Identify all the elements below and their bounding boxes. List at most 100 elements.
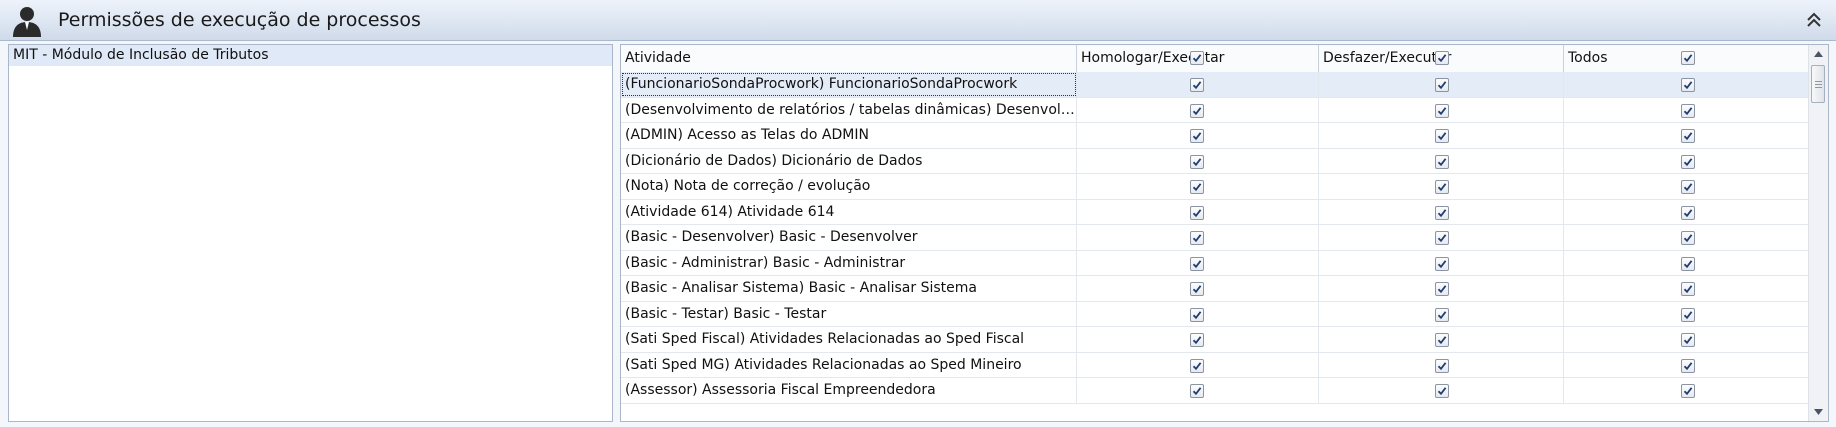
checkmark-icon bbox=[1683, 106, 1693, 115]
checkbox-cell-todos bbox=[1564, 276, 1810, 301]
activity-name-cell[interactable]: (Atividade 614) Atividade 614 bbox=[621, 199, 1077, 224]
checkbox-desfazer[interactable] bbox=[1435, 154, 1449, 169]
checkbox-desfazer[interactable] bbox=[1435, 129, 1449, 143]
checkbox-desfazer[interactable] bbox=[1435, 231, 1449, 245]
checkbox-todos[interactable] bbox=[1681, 154, 1695, 169]
checkbox-homologar[interactable] bbox=[1190, 282, 1204, 296]
checkbox-homologar[interactable] bbox=[1190, 205, 1204, 220]
checkbox-todos[interactable] bbox=[1681, 231, 1695, 245]
table-row[interactable]: (Nota) Nota de correção / evolução bbox=[621, 174, 1810, 200]
checkbox-homologar[interactable] bbox=[1190, 333, 1204, 347]
table-row[interactable]: (Assessor) Assessoria Fiscal Empreendedo… bbox=[621, 378, 1810, 404]
checkbox-homologar[interactable] bbox=[1190, 231, 1204, 245]
checkbox-cell-desfazer bbox=[1319, 301, 1564, 326]
activity-name-cell[interactable]: (FuncionarioSondaProcwork) FuncionarioSo… bbox=[621, 72, 1077, 97]
table-row[interactable]: (Basic - Administrar) Basic - Administra… bbox=[621, 250, 1810, 276]
checkbox-todos[interactable] bbox=[1681, 205, 1695, 220]
header-checkbox-homologar[interactable] bbox=[1190, 51, 1204, 65]
collapse-button[interactable] bbox=[1802, 8, 1826, 32]
checkbox-desfazer[interactable] bbox=[1435, 256, 1449, 271]
activity-name-cell[interactable]: (Basic - Analisar Sistema) Basic - Anali… bbox=[621, 276, 1077, 301]
checkbox-homologar[interactable] bbox=[1190, 103, 1204, 118]
checkbox-cell-homologar bbox=[1077, 378, 1319, 403]
activity-name-cell[interactable]: (Basic - Desenvolver) Basic - Desenvolve… bbox=[621, 225, 1077, 250]
checkbox-homologar[interactable] bbox=[1190, 129, 1204, 143]
checkbox-todos[interactable] bbox=[1681, 256, 1695, 271]
checkbox-cell-desfazer bbox=[1319, 250, 1564, 275]
checkbox-cell-desfazer bbox=[1319, 327, 1564, 352]
grid-rows: (FuncionarioSondaProcwork) FuncionarioSo… bbox=[621, 72, 1810, 404]
checkbox-homologar[interactable] bbox=[1190, 256, 1204, 271]
activity-name-cell[interactable]: (Nota) Nota de correção / evolução bbox=[621, 174, 1077, 199]
checkbox-todos[interactable] bbox=[1681, 307, 1695, 322]
scroll-thumb[interactable] bbox=[1811, 65, 1825, 103]
scroll-down-button[interactable] bbox=[1809, 403, 1828, 421]
checkbox-homologar[interactable] bbox=[1190, 78, 1204, 92]
checkbox-desfazer[interactable] bbox=[1435, 205, 1449, 220]
checkbox-todos[interactable] bbox=[1681, 180, 1695, 194]
checkmark-icon bbox=[1192, 259, 1202, 268]
column-header-atividade[interactable]: Atividade bbox=[621, 45, 1077, 72]
checkbox-homologar[interactable] bbox=[1190, 180, 1204, 194]
checkbox-todos[interactable] bbox=[1681, 358, 1695, 373]
checkbox-cell-todos bbox=[1564, 199, 1810, 224]
checkbox-homologar[interactable] bbox=[1190, 358, 1204, 373]
table-row[interactable]: (Basic - Analisar Sistema) Basic - Anali… bbox=[621, 276, 1810, 302]
checkbox-todos[interactable] bbox=[1681, 384, 1695, 398]
activity-name-cell[interactable]: (Sati Sped MG) Atividades Relacionadas a… bbox=[621, 352, 1077, 377]
table-row[interactable]: (FuncionarioSondaProcwork) FuncionarioSo… bbox=[621, 72, 1810, 98]
header-checkbox-desfazer[interactable] bbox=[1435, 51, 1449, 65]
checkmark-icon bbox=[1192, 183, 1202, 192]
table-row[interactable]: (Atividade 614) Atividade 614 bbox=[621, 199, 1810, 225]
checkmark-icon bbox=[1192, 285, 1202, 294]
checkmark-icon bbox=[1192, 387, 1202, 396]
checkmark-icon bbox=[1683, 361, 1693, 370]
table-row[interactable]: (ADMIN) Acesso as Telas do ADMIN bbox=[621, 123, 1810, 149]
checkbox-desfazer[interactable] bbox=[1435, 358, 1449, 373]
column-header-desfazer[interactable]: Desfazer/Executar bbox=[1319, 45, 1564, 72]
module-item-mit[interactable]: MIT - Módulo de Inclusão de Tributos bbox=[9, 45, 612, 66]
activity-name-cell[interactable]: (Dicionário de Dados) Dicionário de Dado… bbox=[621, 148, 1077, 173]
checkbox-desfazer[interactable] bbox=[1435, 307, 1449, 322]
activity-name-cell[interactable]: (Basic - Administrar) Basic - Administra… bbox=[621, 250, 1077, 275]
checkbox-desfazer[interactable] bbox=[1435, 180, 1449, 194]
checkbox-cell-todos bbox=[1564, 250, 1810, 275]
checkbox-homologar[interactable] bbox=[1190, 307, 1204, 322]
checkbox-todos[interactable] bbox=[1681, 78, 1695, 92]
scroll-up-button[interactable] bbox=[1809, 45, 1828, 63]
checkmark-icon bbox=[1437, 387, 1447, 396]
header-checkbox-todos[interactable] bbox=[1681, 51, 1695, 65]
table-row[interactable]: (Sati Sped MG) Atividades Relacionadas a… bbox=[621, 352, 1810, 378]
table-row[interactable]: (Basic - Desenvolver) Basic - Desenvolve… bbox=[621, 225, 1810, 251]
table-row[interactable]: (Sati Sped Fiscal) Atividades Relacionad… bbox=[621, 327, 1810, 353]
activity-name-cell[interactable]: (ADMIN) Acesso as Telas do ADMIN bbox=[621, 123, 1077, 148]
checkbox-desfazer[interactable] bbox=[1435, 384, 1449, 398]
checkbox-homologar[interactable] bbox=[1190, 384, 1204, 398]
checkbox-cell-desfazer bbox=[1319, 72, 1564, 97]
table-row[interactable]: (Desenvolvimento de relatórios / tabelas… bbox=[621, 97, 1810, 123]
checkbox-todos[interactable] bbox=[1681, 103, 1695, 118]
checkbox-cell-todos bbox=[1564, 97, 1810, 122]
checkbox-cell-desfazer bbox=[1319, 276, 1564, 301]
checkbox-homologar[interactable] bbox=[1190, 154, 1204, 169]
checkmark-icon bbox=[1683, 387, 1693, 396]
checkbox-desfazer[interactable] bbox=[1435, 333, 1449, 347]
checkbox-todos[interactable] bbox=[1681, 129, 1695, 143]
table-row[interactable]: (Dicionário de Dados) Dicionário de Dado… bbox=[621, 148, 1810, 174]
checkbox-todos[interactable] bbox=[1681, 333, 1695, 347]
activity-name-cell[interactable]: (Basic - Testar) Basic - Testar bbox=[621, 301, 1077, 326]
column-header-homologar[interactable]: Homologar/Executar bbox=[1077, 45, 1319, 72]
checkbox-desfazer[interactable] bbox=[1435, 103, 1449, 118]
vertical-scrollbar[interactable] bbox=[1808, 45, 1828, 421]
checkbox-todos[interactable] bbox=[1681, 282, 1695, 296]
activity-name-cell[interactable]: (Assessor) Assessoria Fiscal Empreendedo… bbox=[621, 378, 1077, 403]
checkmark-icon bbox=[1437, 54, 1447, 63]
checkbox-desfazer[interactable] bbox=[1435, 282, 1449, 296]
column-header-todos[interactable]: Todos bbox=[1564, 45, 1810, 72]
checkmark-icon bbox=[1437, 234, 1447, 243]
activity-name-cell[interactable]: (Desenvolvimento de relatórios / tabelas… bbox=[621, 97, 1077, 122]
table-row[interactable]: (Basic - Testar) Basic - Testar bbox=[621, 301, 1810, 327]
checkmark-icon bbox=[1683, 234, 1693, 243]
checkbox-desfazer[interactable] bbox=[1435, 78, 1449, 92]
activity-name-cell[interactable]: (Sati Sped Fiscal) Atividades Relacionad… bbox=[621, 327, 1077, 352]
